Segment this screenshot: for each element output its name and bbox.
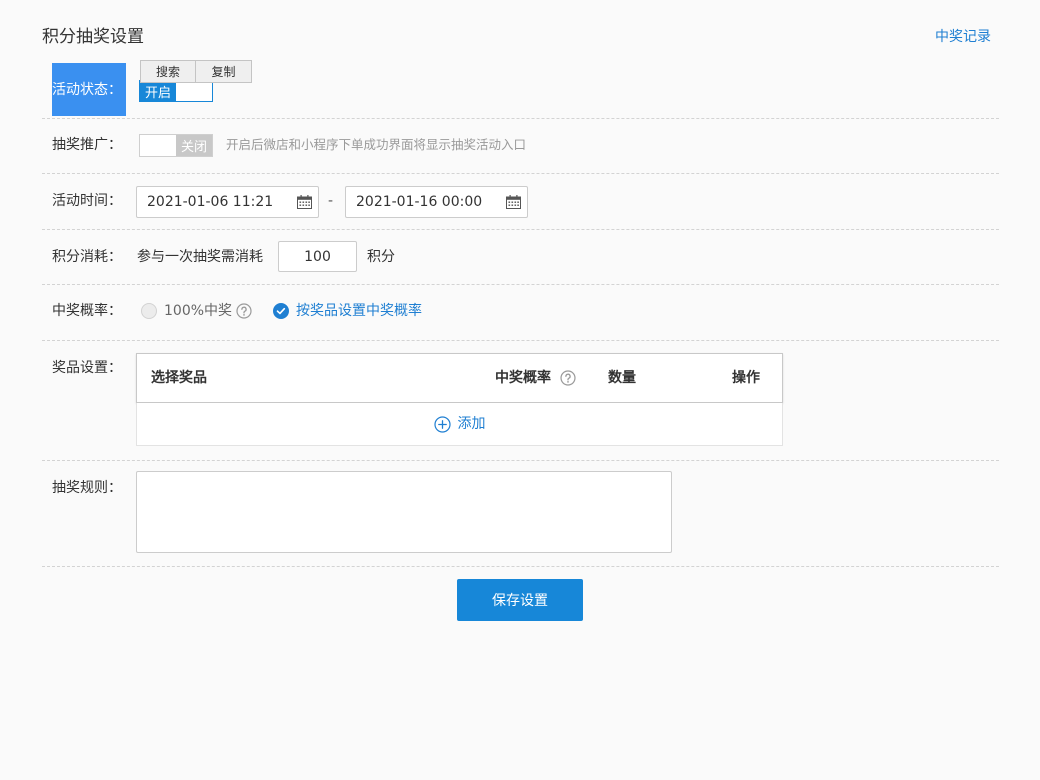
probability-option-per-prize-label[interactable]: 按奖品设置中奖概率 bbox=[296, 301, 422, 321]
promotion-label: 抽奖推广： bbox=[52, 137, 122, 153]
rules-label: 抽奖规则： bbox=[52, 480, 122, 496]
question-circle-icon[interactable] bbox=[236, 303, 252, 319]
end-date-input[interactable] bbox=[346, 187, 501, 217]
time-label: 活动时间： bbox=[52, 193, 122, 209]
row-divider bbox=[42, 118, 999, 119]
lottery-settings-page: 积分抽奖设置 中奖记录 活动状态： 搜索 复制 开启 抽奖推广： 关闭 开启后微… bbox=[0, 0, 1040, 780]
promotion-toggle-text: 关闭 bbox=[176, 135, 212, 156]
promotion-toggle[interactable]: 关闭 bbox=[139, 134, 213, 157]
probability-radio-per-prize[interactable] bbox=[273, 303, 289, 319]
selection-popup: 搜索 复制 bbox=[140, 60, 252, 83]
page-title: 积分抽奖设置 bbox=[42, 27, 144, 47]
promotion-hint: 开启后微店和小程序下单成功界面将显示抽奖活动入口 bbox=[226, 137, 527, 152]
status-toggle-knob bbox=[176, 81, 212, 101]
plus-circle-icon bbox=[433, 415, 451, 433]
status-toggle-text: 开启 bbox=[140, 81, 176, 101]
add-prize-button[interactable]: 添加 bbox=[433, 414, 486, 434]
probability-radio-fixed[interactable] bbox=[141, 303, 157, 319]
points-prefix-text: 参与一次抽奖需消耗 bbox=[137, 249, 263, 265]
popup-search-button[interactable]: 搜索 bbox=[140, 60, 196, 83]
date-range-separator: - bbox=[328, 193, 334, 209]
start-date-picker[interactable] bbox=[136, 186, 319, 218]
row-divider bbox=[42, 460, 999, 461]
column-header-probability: 中奖概率 bbox=[495, 370, 551, 386]
add-prize-row: 添加 bbox=[136, 403, 783, 446]
row-divider bbox=[42, 173, 999, 174]
prizes-label: 奖品设置： bbox=[52, 360, 122, 376]
prize-table-header: 选择奖品 中奖概率 数量 操作 bbox=[136, 353, 783, 403]
calendar-icon[interactable] bbox=[297, 195, 312, 209]
end-date-picker[interactable] bbox=[345, 186, 528, 218]
probability-label: 中奖概率： bbox=[52, 303, 122, 319]
check-icon bbox=[276, 307, 286, 315]
probability-option-fixed-label[interactable]: 100%中奖 bbox=[164, 301, 232, 321]
status-label: 活动状态： bbox=[52, 81, 122, 98]
calendar-icon[interactable] bbox=[506, 195, 521, 209]
points-label: 积分消耗： bbox=[52, 249, 122, 265]
row-divider bbox=[42, 284, 999, 285]
promotion-toggle-knob bbox=[140, 135, 176, 156]
column-header-quantity: 数量 bbox=[608, 370, 636, 386]
row-divider bbox=[42, 566, 999, 567]
rules-textarea[interactable] bbox=[136, 471, 672, 553]
row-divider bbox=[42, 229, 999, 230]
start-date-input[interactable] bbox=[137, 187, 292, 217]
points-cost-input[interactable] bbox=[278, 241, 357, 272]
status-toggle[interactable]: 开启 bbox=[139, 80, 213, 102]
points-suffix-text: 积分 bbox=[367, 249, 395, 265]
popup-copy-button[interactable]: 复制 bbox=[196, 60, 252, 83]
row-divider bbox=[42, 340, 999, 341]
winning-records-link[interactable]: 中奖记录 bbox=[935, 27, 991, 47]
column-header-actions: 操作 bbox=[732, 370, 760, 386]
question-circle-icon[interactable] bbox=[560, 370, 576, 386]
add-prize-label: 添加 bbox=[457, 416, 486, 432]
status-label-highlight: 活动状态： bbox=[52, 63, 126, 116]
column-header-prize: 选择奖品 bbox=[151, 370, 207, 386]
prize-table: 选择奖品 中奖概率 数量 操作 添加 bbox=[136, 353, 783, 446]
save-settings-button[interactable]: 保存设置 bbox=[457, 579, 583, 621]
